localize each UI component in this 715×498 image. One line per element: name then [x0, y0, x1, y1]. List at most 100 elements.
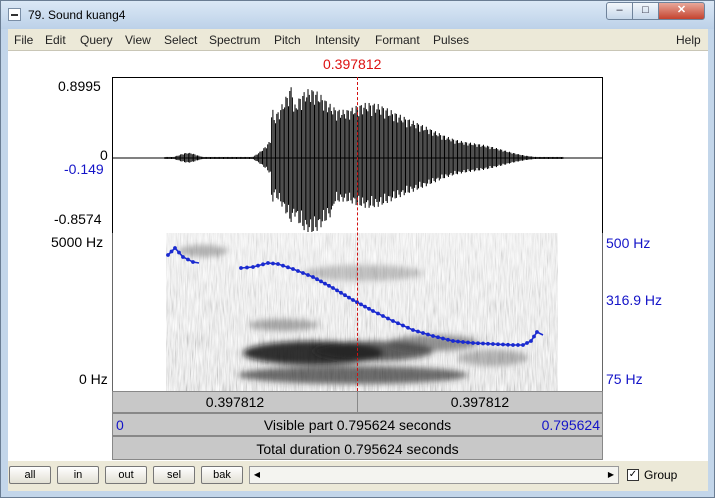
pitch-point	[367, 306, 371, 311]
pitch-point	[311, 275, 315, 279]
menu-pitch[interactable]: Pitch	[274, 33, 301, 47]
pitch-point	[166, 253, 170, 257]
pitch-point	[261, 262, 265, 267]
pitch-point	[281, 263, 285, 268]
pitch-point	[521, 343, 525, 347]
pitch-point	[529, 339, 533, 343]
pitch-point	[359, 302, 363, 307]
wave-cursor-value: -0.149	[64, 161, 104, 177]
bottom-toolbar: all in out sel bak ◀ ▶ ✓ Group	[8, 461, 708, 491]
menu-view[interactable]: View	[125, 33, 151, 47]
group-checkbox[interactable]: ✓	[627, 469, 639, 481]
pitch-point	[177, 250, 181, 255]
total-duration-label: Total duration 0.795624 seconds	[256, 441, 459, 457]
scroll-left-icon[interactable]: ◀	[250, 467, 264, 483]
visible-part-bar[interactable]: 0 Visible part 0.795624 seconds 0.795624	[112, 413, 603, 436]
total-duration-bar[interactable]: Total duration 0.795624 seconds	[112, 436, 603, 460]
pitch-point	[391, 319, 395, 323]
pitch-point	[525, 341, 529, 345]
pitch-bottom-label: 75 Hz	[606, 371, 643, 387]
menu-intensity[interactable]: Intensity	[315, 33, 360, 47]
pitch-point	[451, 339, 455, 343]
sound-view[interactable]: 0.397812 0.8995 0 -0.149 -0.8574 5000 Hz…	[8, 51, 708, 461]
pitch-point	[301, 271, 305, 275]
pitch-point	[315, 277, 319, 282]
close-button[interactable]: ✕	[658, 2, 705, 20]
cursor-line[interactable]	[357, 77, 358, 391]
pitch-point	[256, 263, 260, 268]
right-segment-bar[interactable]: 0.397812	[357, 391, 603, 413]
editor-client-area: File Edit Query View Select Spectrum Pit…	[8, 29, 708, 491]
left-segment-bar[interactable]: 0.397812	[112, 391, 358, 413]
pitch-point	[456, 339, 460, 344]
pitch-point	[306, 273, 310, 277]
pitch-point	[476, 341, 480, 346]
pitch-point	[471, 341, 475, 345]
praat-sound-editor-window: 79. Sound kuang4 – □ ✕ File Edit Query V…	[0, 0, 715, 498]
left-segment-label: 0.397812	[205, 394, 265, 410]
menu-edit[interactable]: Edit	[45, 33, 66, 47]
menu-query[interactable]: Query	[80, 33, 113, 47]
wave-max-label: 0.8995	[58, 78, 101, 94]
pitch-point	[343, 293, 347, 298]
zoom-all-button[interactable]: all	[9, 466, 51, 484]
zoom-back-button[interactable]: bak	[201, 466, 243, 484]
zoom-in-button[interactable]: in	[57, 466, 99, 484]
pitch-point	[416, 329, 420, 334]
pitch-point	[323, 281, 327, 286]
pitch-point	[421, 331, 425, 335]
spectrogram-top-freq: 5000 Hz	[51, 234, 104, 250]
pitch-point	[339, 290, 343, 295]
time-scrollbar[interactable]: ◀ ▶	[249, 466, 619, 484]
pitch-point	[376, 311, 380, 316]
pitch-point	[347, 295, 351, 300]
pitch-point	[251, 265, 255, 269]
pitch-point	[501, 342, 505, 347]
pitch-point	[426, 332, 430, 337]
pitch-point	[271, 261, 275, 266]
pitch-point	[486, 341, 490, 346]
visible-end: 0.795624	[541, 417, 600, 433]
pitch-point	[535, 330, 539, 334]
pitch-point	[431, 334, 435, 338]
menu-spectrum[interactable]: Spectrum	[209, 33, 260, 47]
zoom-out-button[interactable]: out	[105, 466, 147, 484]
pitch-point	[396, 321, 400, 326]
title-bar[interactable]: 79. Sound kuang4 – □ ✕	[1, 1, 714, 29]
spectrogram-svg	[166, 233, 558, 391]
pitch-point	[386, 316, 390, 321]
pitch-point	[491, 342, 495, 346]
pitch-point	[351, 298, 355, 302]
pitch-point	[441, 336, 445, 341]
pitch-point	[516, 343, 520, 347]
pitch-point	[466, 340, 470, 345]
pitch-point	[381, 314, 385, 318]
pitch-point	[446, 337, 450, 342]
menu-select[interactable]: Select	[164, 33, 197, 47]
zoom-sel-button[interactable]: sel	[153, 466, 195, 484]
maximize-button[interactable]: □	[632, 2, 659, 20]
pitch-point	[276, 262, 280, 266]
waveform-trace	[164, 87, 564, 232]
pitch-point	[371, 309, 375, 313]
pitch-point	[169, 249, 174, 254]
spectrogram-bottom-freq: 0 Hz	[79, 371, 108, 387]
pitch-point	[181, 255, 185, 259]
pitch-point	[406, 325, 410, 330]
pitch-point	[436, 335, 440, 340]
menu-file[interactable]: File	[14, 33, 33, 47]
visible-part-label: Visible part 0.795624 seconds	[263, 417, 452, 433]
menu-help[interactable]: Help	[676, 33, 701, 47]
minimize-button[interactable]: –	[606, 2, 633, 20]
pitch-point	[532, 334, 536, 339]
scroll-right-icon[interactable]: ▶	[604, 467, 618, 483]
menu-formant[interactable]: Formant	[375, 33, 420, 47]
pitch-point	[481, 341, 485, 346]
menu-pulses[interactable]: Pulses	[433, 33, 469, 47]
cursor-time-label: 0.397812	[323, 56, 382, 72]
pitch-point	[239, 266, 243, 270]
wave-min-label: -0.8574	[54, 211, 102, 227]
pitch-top-label: 500 Hz	[606, 235, 651, 251]
pitch-point	[173, 246, 177, 250]
pitch-point	[266, 261, 270, 265]
